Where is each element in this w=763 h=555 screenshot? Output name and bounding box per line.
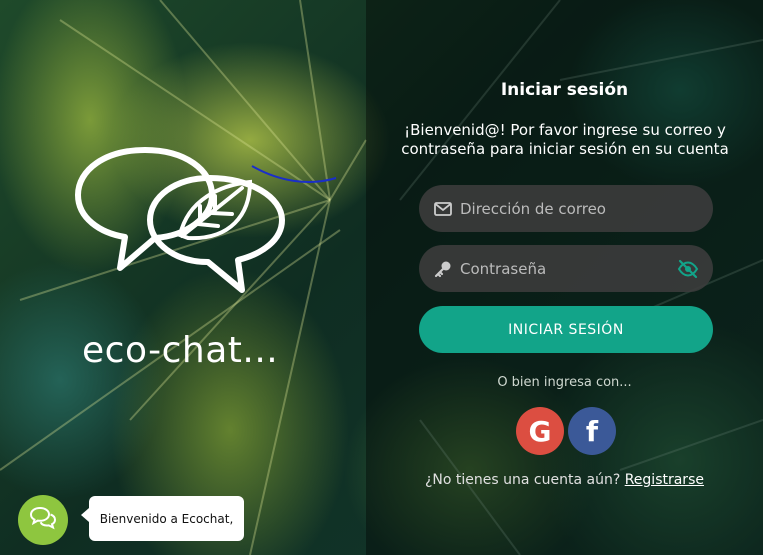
eye-slash-icon[interactable] <box>677 258 699 280</box>
brand-name: eco-chat... <box>82 330 279 371</box>
login-title: Iniciar sesión <box>500 80 629 100</box>
key-icon <box>433 259 453 279</box>
login-button[interactable]: INICIAR SESIÓN <box>419 306 713 353</box>
signup-prompt: ¿No tienes una cuenta aún? <box>425 472 621 488</box>
envelope-icon <box>433 199 453 219</box>
signup-link[interactable]: Registrarse <box>625 472 704 488</box>
google-icon: G <box>528 414 552 448</box>
chat-welcome-text: Bienvenido a Ecochat, <box>99 511 234 526</box>
chat-bubbles-icon <box>29 506 57 534</box>
email-input[interactable] <box>460 199 660 218</box>
signup-row: ¿No tienes una cuenta aún? Registrarse <box>366 472 763 488</box>
decorative-blue-stroke <box>251 165 337 183</box>
welcome-text: ¡Bienvenid@! Por favor ingrese su correo… <box>401 121 729 158</box>
email-field[interactable] <box>419 185 713 232</box>
alternative-login-text: O bien ingresa con... <box>497 375 632 390</box>
facebook-icon: f <box>585 414 599 448</box>
password-field[interactable] <box>419 245 713 292</box>
google-login-button[interactable]: G <box>516 407 564 455</box>
chat-widget-button[interactable] <box>18 495 68 545</box>
facebook-login-button[interactable]: f <box>568 407 616 455</box>
password-input[interactable] <box>460 259 660 278</box>
chat-welcome-bubble[interactable]: Bienvenido a Ecochat, <box>81 496 244 541</box>
